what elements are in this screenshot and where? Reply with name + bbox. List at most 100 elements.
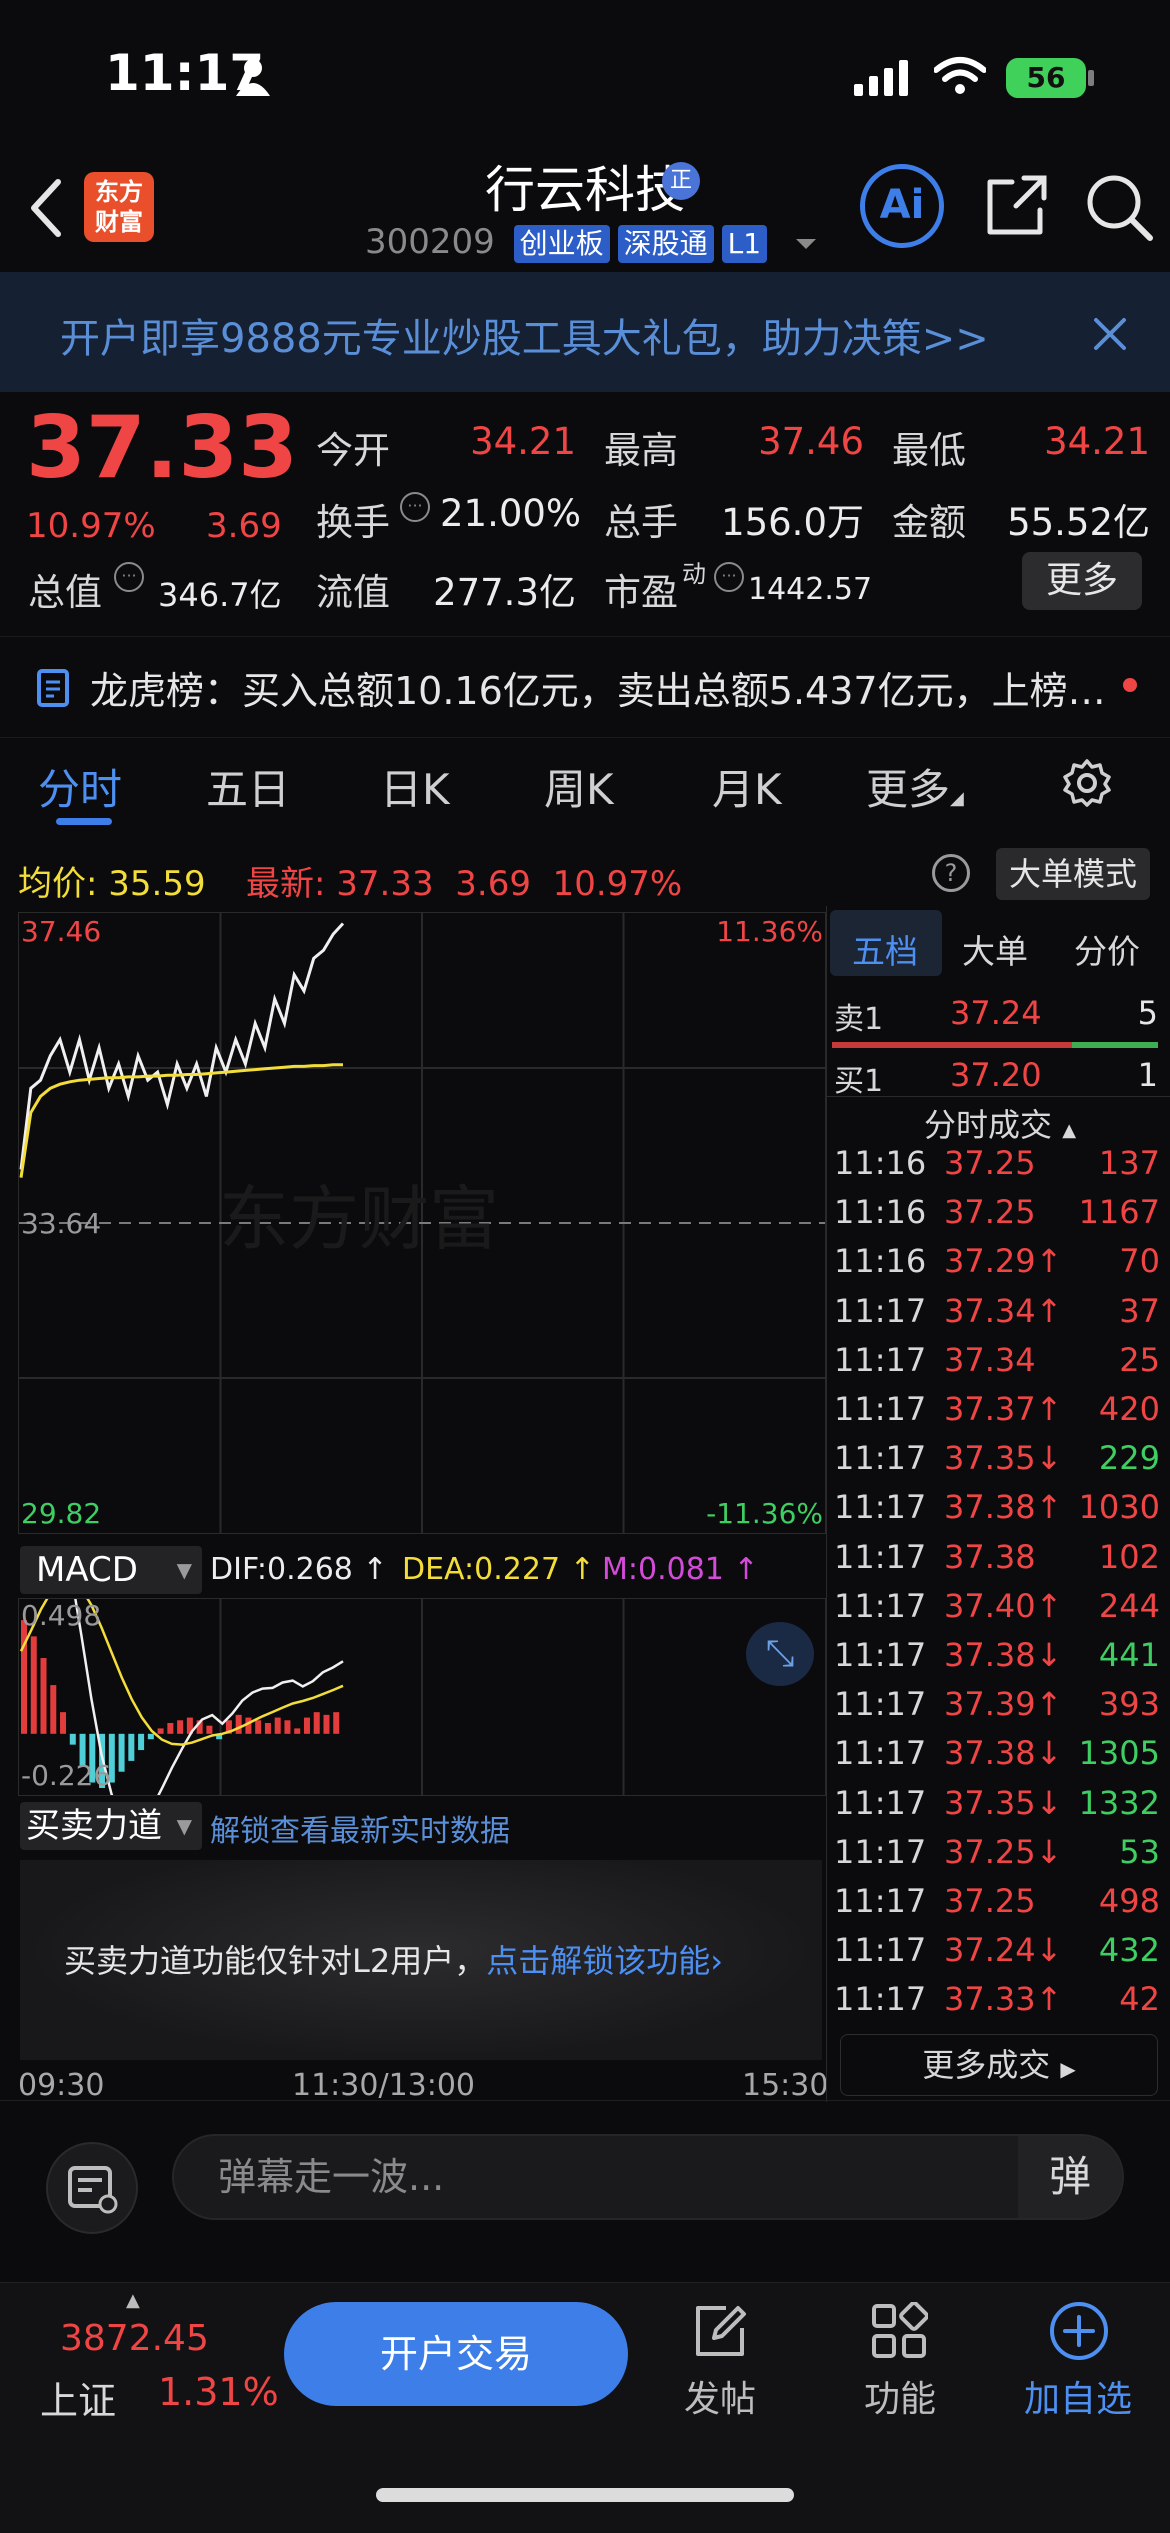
amount-label: 金额 bbox=[892, 501, 966, 544]
caret-down-icon[interactable] bbox=[795, 238, 816, 249]
post-icon[interactable] bbox=[692, 2302, 750, 2360]
share-icon[interactable] bbox=[984, 172, 1050, 238]
tick-price: 37.39↑ bbox=[944, 1685, 1063, 1724]
cellular-signal-icon bbox=[854, 60, 908, 96]
macd-bar bbox=[60, 1712, 67, 1734]
functions-icon[interactable] bbox=[870, 2302, 928, 2360]
orderbook-separator bbox=[826, 1096, 1170, 1097]
tab-price-dist[interactable]: 分价 bbox=[1074, 925, 1140, 973]
latest-chg: 3.69 bbox=[455, 864, 531, 904]
macd-bar bbox=[167, 1722, 174, 1734]
more-quote-button[interactable]: 更多 bbox=[1022, 552, 1142, 610]
macd-bar bbox=[323, 1714, 330, 1734]
turnover-label: 换手 bbox=[316, 501, 390, 544]
chart-lines bbox=[19, 922, 345, 1178]
ticks-title-label: 分时成交 bbox=[924, 1106, 1053, 1144]
macd-chart[interactable]: 0.498 -0.226 bbox=[18, 1598, 826, 1796]
tick-time: 11:17 bbox=[834, 1390, 927, 1428]
buy-1-price: 37.20 bbox=[950, 1056, 1042, 1094]
gear-icon[interactable] bbox=[1062, 758, 1112, 808]
high-label: 最高 bbox=[604, 429, 678, 472]
macd-indicator-select[interactable]: MACD ▼ bbox=[20, 1546, 202, 1594]
status-bar: 11:17 56 bbox=[0, 0, 1170, 140]
macd-bar bbox=[274, 1717, 281, 1734]
big-order-mode-button[interactable]: 大单模式 bbox=[996, 848, 1150, 900]
more-trades-button[interactable]: 更多成交 ▶ bbox=[840, 2034, 1158, 2096]
tick-price: 37.25↓ bbox=[944, 1832, 1063, 1871]
tick-price: 37.38↓ bbox=[944, 1636, 1063, 1674]
promo-banner-text[interactable]: 开户即享9888元专业炒股工具大礼包，助力决策>> bbox=[60, 306, 989, 364]
index-name[interactable]: 上证 bbox=[40, 2370, 116, 2425]
index-value[interactable]: 3872.45 bbox=[60, 2318, 209, 2359]
unlock-feature-link[interactable]: 点击解锁该功能› bbox=[486, 1942, 723, 1980]
tick-price: 37.40↑ bbox=[944, 1586, 1063, 1625]
buy-pressure-bar bbox=[1072, 1042, 1158, 1048]
tick-price: 37.38↓ bbox=[944, 1734, 1063, 1773]
m-value: 0.081 ↑ bbox=[638, 1552, 759, 1587]
tick-volume: 102 bbox=[1098, 1537, 1160, 1576]
macd-bar bbox=[303, 1717, 310, 1734]
tab-monthly-k[interactable]: 月K bbox=[712, 756, 782, 817]
avg-price-line bbox=[19, 1063, 343, 1178]
dragon-tiger-text[interactable]: 龙虎榜：买入总额10.16亿元，卖出总额5.437亿元，上榜… bbox=[90, 660, 1106, 715]
tick-row: 11:17 37.40↑ 244 bbox=[832, 1587, 1162, 1636]
macd-dif: DIF:0.268 ↑ bbox=[210, 1552, 388, 1587]
ai-button[interactable]: Ai bbox=[860, 164, 944, 248]
ticks-title[interactable]: 分时成交 ▲ bbox=[924, 1100, 1076, 1146]
danmaku-input[interactable]: 弹幕走一波... bbox=[172, 2134, 1124, 2220]
tab-weekly-k[interactable]: 周K bbox=[544, 756, 614, 817]
tab-intraday[interactable]: 分时 bbox=[38, 756, 122, 817]
x-label-close: 15:30 bbox=[742, 2068, 829, 2103]
caret-down-icon: ▼ bbox=[176, 1814, 192, 1838]
macd-bar bbox=[21, 1620, 27, 1734]
latest-label: 最新: bbox=[246, 864, 326, 904]
force-indicator-select[interactable]: 买卖力道 ▼ bbox=[20, 1802, 202, 1850]
mktcap-value: 346.7亿 bbox=[158, 576, 282, 614]
y-label-pct-low: -11.36% bbox=[706, 1497, 823, 1530]
unlock-realtime-link[interactable]: 解锁查看最新实时数据 bbox=[210, 1806, 510, 1850]
tick-price: 37.34↑ bbox=[944, 1291, 1063, 1330]
intraday-chart[interactable]: 东方财富 37.46 33.64 29.82 11.36% -11.36% bbox=[18, 912, 826, 1534]
close-icon[interactable] bbox=[1090, 314, 1130, 354]
open-account-trade-button[interactable]: 开户交易 bbox=[284, 2302, 628, 2406]
add-watchlist-icon[interactable] bbox=[1048, 2300, 1110, 2362]
nav-post[interactable]: 发帖 bbox=[660, 2370, 780, 2422]
ai-label: Ai bbox=[879, 182, 925, 228]
macd-bar bbox=[294, 1728, 301, 1734]
info-icon[interactable]: ··· bbox=[714, 562, 744, 592]
danmaku-toggle[interactable]: 弹 bbox=[1018, 2136, 1122, 2218]
macd-bar bbox=[264, 1722, 271, 1734]
expand-icon[interactable]: ⤡ bbox=[746, 1622, 814, 1686]
tick-time: 11:16 bbox=[834, 1193, 927, 1232]
price-line bbox=[19, 922, 345, 1170]
buy-1-label: 买1 bbox=[834, 1064, 884, 1099]
info-icon[interactable]: ··· bbox=[400, 492, 430, 522]
tick-time: 11:17 bbox=[834, 1783, 927, 1822]
chart-watermark: 东方财富 bbox=[219, 1178, 499, 1260]
macd-top-label: 0.498 bbox=[21, 1599, 101, 1632]
buy-1-volume: 1 bbox=[1137, 1056, 1158, 1094]
tick-time: 11:17 bbox=[834, 1734, 927, 1773]
nav-add-watchlist[interactable]: 加自选 bbox=[1018, 2370, 1138, 2422]
tab-big-orders[interactable]: 大单 bbox=[962, 925, 1028, 973]
help-icon[interactable]: ? bbox=[932, 854, 970, 892]
tick-row: 11:17 37.34 25 bbox=[832, 1341, 1162, 1390]
index-pct[interactable]: 1.31% bbox=[158, 2370, 279, 2414]
search-icon[interactable] bbox=[1084, 172, 1154, 242]
nav-functions[interactable]: 功能 bbox=[840, 2370, 960, 2422]
tick-time: 11:16 bbox=[834, 1144, 927, 1182]
tab-five-day[interactable]: 五日 bbox=[206, 756, 290, 817]
amount-value: 55.52亿 bbox=[1007, 501, 1150, 544]
tick-volume: 25 bbox=[1119, 1340, 1160, 1379]
tab-five-levels[interactable]: 五档 bbox=[852, 925, 918, 973]
tick-time: 11:17 bbox=[834, 1537, 927, 1576]
macd-bar bbox=[177, 1720, 184, 1734]
float-value: 277.3亿 bbox=[433, 571, 576, 614]
avg-label: 均价: bbox=[18, 864, 98, 904]
tick-row: 11:17 37.38↓ 441 bbox=[832, 1636, 1162, 1685]
tick-price: 37.25 bbox=[944, 1144, 1036, 1182]
comment-list-icon[interactable] bbox=[46, 2142, 138, 2234]
tab-daily-k[interactable]: 日K bbox=[380, 756, 450, 817]
tab-more[interactable]: 更多◢ bbox=[866, 756, 964, 817]
info-icon[interactable]: ··· bbox=[114, 562, 144, 592]
